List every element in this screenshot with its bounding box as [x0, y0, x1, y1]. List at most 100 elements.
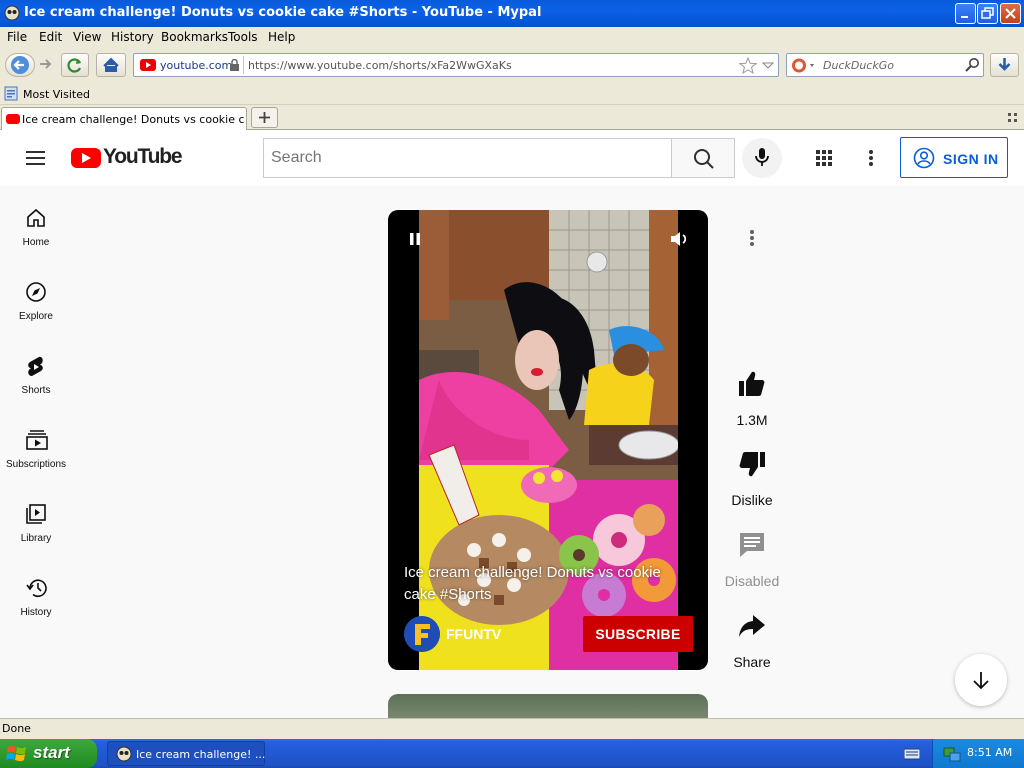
web-search-box[interactable]: DuckDuckGo — [786, 53, 984, 77]
taskbar-window-button[interactable]: Ice cream challenge! ... — [107, 741, 265, 766]
youtube-search-field[interactable] — [263, 138, 672, 178]
menu-view[interactable]: View — [73, 30, 101, 44]
youtube-masthead: YouTube SIGN IN — [0, 130, 1024, 186]
compass-icon — [26, 282, 46, 302]
minimize-button[interactable] — [955, 3, 976, 24]
pause-icon[interactable] — [408, 232, 422, 246]
most-visited-folder-icon — [4, 86, 18, 101]
subscribe-label: SUBSCRIBE — [595, 626, 681, 642]
system-tray: 8:51 AM — [932, 739, 1024, 768]
shorts-video-player[interactable]: Ice cream challenge! Donuts vs cookie ca… — [388, 210, 708, 670]
windows-taskbar: start Ice cream challenge! ... 8:51 AM — [0, 739, 1024, 768]
channel-name[interactable]: FFUNTV — [446, 626, 501, 642]
home-button[interactable] — [96, 53, 126, 77]
tab-active[interactable]: Ice cream challenge! Donuts vs cookie ca… — [1, 107, 247, 130]
channel-avatar[interactable] — [404, 616, 440, 652]
tab-label: Ice cream challenge! Donuts vs cookie ca… — [22, 113, 244, 126]
youtube-page: YouTube SIGN IN Home Explore Shorts — [0, 130, 1024, 718]
navigation-toolbar: youtube.com https://www.youtube.com/shor… — [0, 47, 1024, 83]
video-title: Ice cream challenge! Donuts vs cookie ca… — [404, 564, 661, 603]
tab-strip: Ice cream challenge! Donuts vs cookie ca… — [0, 105, 1024, 130]
sidebar-label-explore: Explore — [19, 311, 53, 322]
url-text[interactable]: https://www.youtube.com/shorts/xFa2WwGXa… — [248, 59, 512, 72]
voice-search-button[interactable] — [742, 138, 782, 178]
back-arrow-icon — [11, 56, 29, 74]
menu-edit[interactable]: Edit — [39, 30, 62, 44]
duckduckgo-engine-icon[interactable] — [791, 57, 817, 74]
menu-help[interactable]: Help — [268, 30, 295, 44]
network-tray-icon[interactable] — [943, 745, 961, 762]
site-domain: youtube.com — [160, 59, 233, 72]
menu-bar: File Edit View History Bookmarks Tools H… — [0, 27, 1024, 47]
bookmark-star-icon[interactable] — [739, 57, 757, 74]
more-vertical-icon[interactable] — [868, 150, 874, 166]
close-icon — [1005, 8, 1016, 19]
mypal-app-icon — [4, 5, 20, 21]
bookmarks-toolbar: Most Visited — [0, 83, 1024, 105]
thumbs-down-icon — [739, 452, 765, 477]
hamburger-menu-icon[interactable] — [26, 151, 46, 165]
shorts-icon — [28, 356, 43, 376]
address-bar[interactable]: youtube.com https://www.youtube.com/shor… — [133, 53, 779, 77]
clock[interactable]: 8:51 AM — [967, 746, 1012, 759]
sidebar-item-shorts[interactable]: Shorts — [0, 348, 72, 422]
youtube-wordmark[interactable]: YouTube — [103, 145, 183, 169]
keyboard-tray-icon[interactable] — [904, 747, 920, 760]
restore-button[interactable] — [977, 3, 998, 24]
restore-icon — [981, 7, 994, 19]
video-more-options-icon[interactable] — [749, 230, 755, 246]
account-circle-icon — [913, 147, 935, 169]
youtube-search-input[interactable] — [264, 139, 672, 177]
status-bar: Done — [0, 718, 1024, 739]
sidebar-item-library[interactable]: Library — [0, 496, 72, 570]
tab-list-grid-icon[interactable] — [1008, 113, 1018, 123]
sign-in-button[interactable]: SIGN IN — [900, 137, 1008, 178]
subscriptions-icon — [26, 430, 48, 450]
comments-disabled-label: Disabled — [724, 573, 780, 589]
thumbs-up-icon — [739, 371, 765, 396]
menu-file[interactable]: File — [7, 30, 27, 44]
youtube-search-button[interactable] — [671, 138, 735, 178]
minimize-icon — [961, 16, 968, 18]
apps-grid-icon[interactable] — [816, 150, 832, 166]
home-icon — [103, 57, 119, 72]
start-button[interactable]: start — [0, 739, 97, 768]
sidebar-label-history: History — [20, 607, 52, 618]
youtube-tab-favicon — [6, 114, 20, 124]
menu-tools[interactable]: Tools — [228, 30, 258, 44]
search-engine-placeholder: DuckDuckGo — [823, 59, 894, 72]
most-visited-bookmark[interactable]: Most Visited — [23, 88, 90, 101]
share-label: Share — [733, 654, 771, 670]
menu-history[interactable]: History — [111, 30, 154, 44]
sidebar-label-subscriptions: Subscriptions — [5, 459, 67, 470]
new-tab-button[interactable] — [251, 107, 278, 128]
start-label: start — [33, 743, 70, 762]
magnifier-icon[interactable] — [965, 57, 981, 73]
close-button[interactable] — [1000, 3, 1021, 24]
sidebar-item-history[interactable]: History — [0, 570, 72, 644]
subscribe-button[interactable]: SUBSCRIBE — [583, 616, 693, 652]
youtube-logo-icon[interactable] — [71, 148, 101, 168]
sign-in-label: SIGN IN — [943, 151, 999, 167]
windows-flag-icon — [6, 745, 26, 762]
volume-icon[interactable] — [670, 230, 690, 248]
sidebar-item-subscriptions[interactable]: Subscriptions — [0, 422, 72, 496]
menu-bookmarks[interactable]: Bookmarks — [161, 30, 228, 44]
sidebar-item-home[interactable]: Home — [0, 200, 72, 274]
next-video-button[interactable] — [955, 654, 1007, 706]
arrow-down-icon — [973, 672, 989, 690]
ffuntv-logo-icon — [404, 616, 440, 652]
next-short-preview[interactable] — [388, 694, 708, 718]
status-text: Done — [2, 722, 31, 735]
url-dropdown-icon[interactable] — [762, 62, 774, 70]
window-title: Ice cream challenge! Donuts vs cookie ca… — [24, 5, 542, 20]
forward-button[interactable] — [35, 53, 57, 77]
lock-icon — [230, 59, 239, 71]
downloads-button[interactable] — [990, 53, 1019, 77]
home-icon — [27, 208, 45, 227]
site-identity[interactable]: youtube.com — [136, 56, 244, 74]
window-title-bar[interactable]: Ice cream challenge! Donuts vs cookie ca… — [0, 0, 1024, 27]
back-button[interactable] — [5, 53, 35, 77]
reload-button[interactable] — [61, 53, 89, 77]
sidebar-item-explore[interactable]: Explore — [0, 274, 72, 348]
